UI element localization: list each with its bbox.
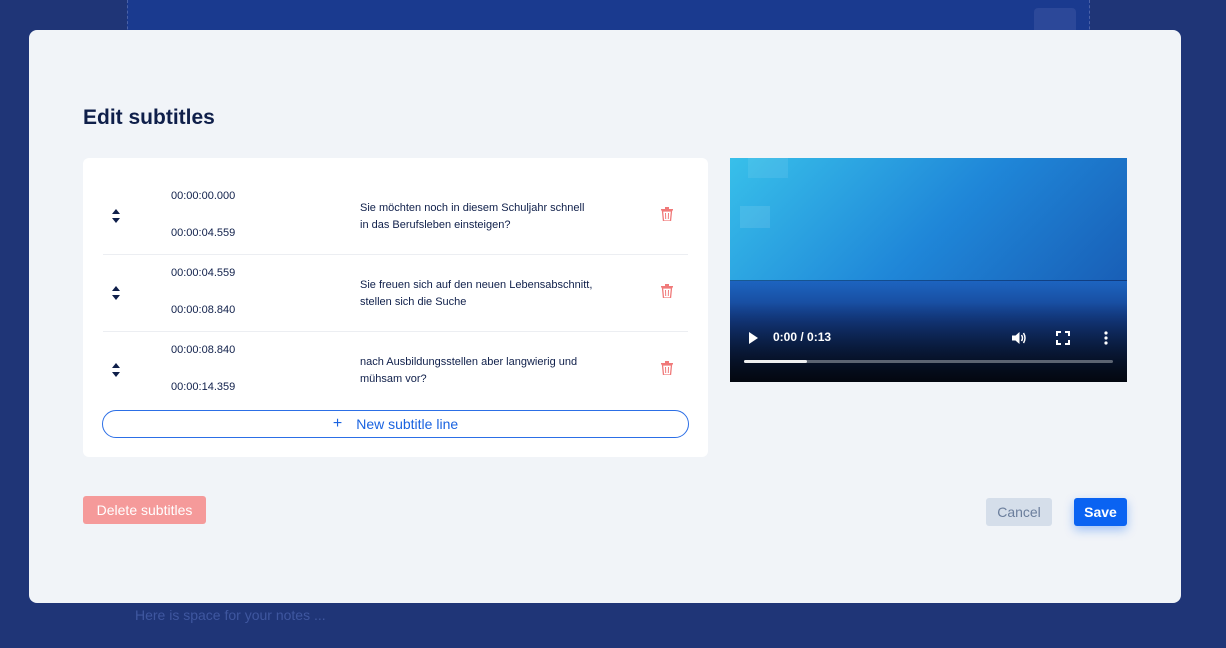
drag-handle-icon[interactable] (112, 363, 120, 377)
fullscreen-icon[interactable] (1055, 330, 1071, 346)
new-subtitle-line-label: New subtitle line (356, 416, 459, 432)
video-time: 0:00 / 0:13 (773, 330, 832, 344)
drag-handle-icon[interactable] (112, 209, 120, 223)
video-progress-bar[interactable] (744, 360, 1113, 363)
subtitle-row: 00:00:08.840 00:00:14.359 nach Ausbildun… (103, 332, 688, 409)
video-player[interactable]: 0:00 / 0:13 (730, 158, 1127, 382)
subtitle-text[interactable]: nach Ausbildungsstellen aber langwierig … (360, 354, 595, 388)
delete-subtitles-button[interactable]: Delete subtitles (83, 496, 206, 524)
subtitle-start-time[interactable]: 00:00:04.559 (171, 267, 235, 279)
save-button[interactable]: Save (1074, 498, 1127, 526)
video-frame-horizon (730, 280, 1127, 281)
subtitle-start-time[interactable]: 00:00:00.000 (171, 190, 235, 202)
trash-icon[interactable] (661, 284, 673, 298)
subtitle-list: 00:00:00.000 00:00:04.559 Sie möchten no… (83, 158, 708, 457)
video-progress-fill (744, 360, 807, 363)
new-subtitle-line-button[interactable]: + New subtitle line (102, 410, 689, 438)
drag-handle-icon[interactable] (112, 286, 120, 300)
notes-placeholder: Here is space for your notes ... (135, 607, 326, 623)
subtitle-row: 00:00:00.000 00:00:04.559 Sie möchten no… (103, 178, 688, 255)
subtitle-text[interactable]: Sie möchten noch in diesem Schuljahr sch… (360, 200, 595, 234)
volume-icon[interactable] (1011, 330, 1027, 346)
modal-title: Edit subtitles (83, 106, 215, 129)
subtitle-end-time[interactable]: 00:00:08.840 (171, 304, 235, 316)
subtitle-end-time[interactable]: 00:00:14.359 (171, 381, 235, 393)
edit-subtitles-modal: Edit subtitles 00:00:00.000 00:00:04.559… (29, 30, 1181, 603)
subtitle-text[interactable]: Sie freuen sich auf den neuen Lebensabsc… (360, 277, 595, 311)
subtitle-row: 00:00:04.559 00:00:08.840 Sie freuen sic… (103, 255, 688, 332)
subtitle-end-time[interactable]: 00:00:04.559 (171, 227, 235, 239)
trash-icon[interactable] (661, 207, 673, 221)
trash-icon[interactable] (661, 361, 673, 375)
plus-icon: + (332, 415, 343, 432)
subtitle-start-time[interactable]: 00:00:08.840 (171, 344, 235, 356)
video-frame-detail (748, 158, 788, 178)
play-icon[interactable] (749, 332, 758, 344)
cancel-button[interactable]: Cancel (986, 498, 1052, 526)
video-frame-detail (740, 206, 770, 228)
more-vertical-icon[interactable] (1098, 330, 1114, 346)
